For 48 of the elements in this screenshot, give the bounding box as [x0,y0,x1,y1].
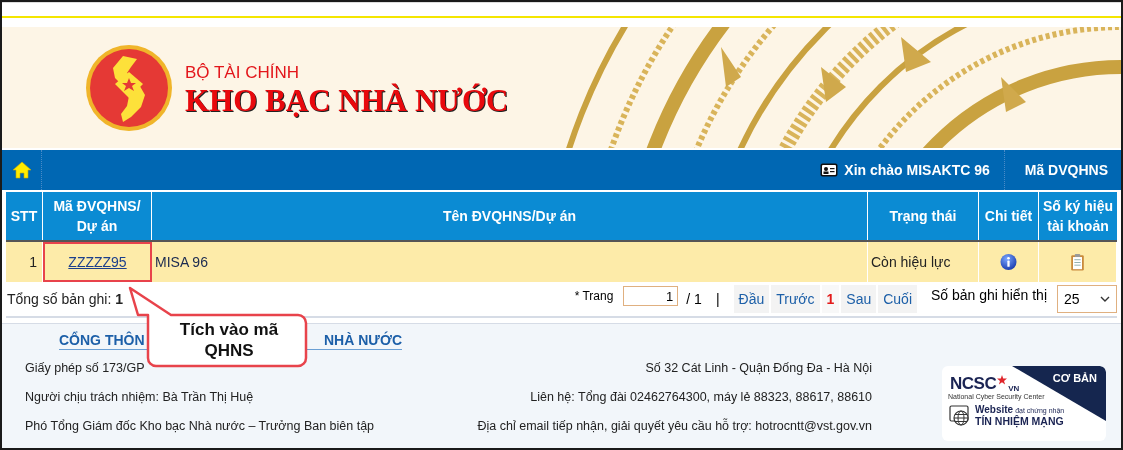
ncsc-suffix-text: VN [1008,384,1020,393]
page-button[interactable]: Sau [841,285,877,313]
portal-heading: NHÀ NƯỚC [324,332,402,349]
column-header: Tên ĐVQHNS/Dự án [152,192,868,240]
info-icon[interactable] [1000,253,1017,271]
total-records-text: Tổng số bản ghi: 1 [6,291,123,307]
greeting-text: Xin chào MISAKTC 96 [844,162,990,178]
site-title: KHO BẠC NHÀ NƯỚC [185,82,509,119]
page-size-label: Số bản ghi hiển thị [931,287,1047,303]
caret-icon [1100,296,1110,302]
footer-text: Địa chỉ email tiếp nhận, giải quyết yêu cầu hỗ trợ: hotrocntt@vst.gov.vn [477,417,872,435]
column-header: Trạng thái [868,192,979,240]
column-header: Số ký hiệu tài khoản [1042,197,1114,236]
separator-text: | [715,291,720,307]
id-card-icon [820,163,839,177]
footer-text: Liên hệ: Tổng đài 02462764300, máy lẻ 88323, 88617, 88610 [530,389,872,406]
column-header: Mã ĐVQHNS/ Dự án [43,192,152,240]
ministry-name: BỘ TÀI CHÍNH [185,62,300,83]
footer-text: Phó Tổng Giám đốc Kho bạc Nhà nước – Trưởng Ban biên tập [25,418,376,435]
table-cell: MISA 96 [152,242,868,282]
page-input[interactable]: 1 [623,286,679,306]
page-count-text: / 1 [686,291,702,307]
table-cell: Còn hiệu lực [868,242,979,282]
portal-heading: CỔNG THÔN [59,332,145,349]
clipboard-icon[interactable] [1069,253,1086,271]
badge-level-text: CƠ BẢN [1052,372,1097,384]
badge-website-text: Website [975,404,1014,415]
home-icon[interactable] [11,161,32,179]
page-button[interactable]: Trước [771,285,820,313]
unit-code-link[interactable]: Mã DVQHNS [1004,162,1121,178]
page-button[interactable]: 1 [821,285,840,313]
logo-icon [85,43,173,132]
page-button[interactable]: Đầu [733,285,770,313]
footer-text: Người chịu trách nhiệm: Bà Trần Thị Huệ [25,389,255,406]
column-header: Chi tiết [979,192,1039,240]
badge-trust-text: TÍN NHIỆM MẠNG [975,415,1065,427]
page-size-select[interactable]: 25 [1057,285,1117,313]
column-header: STT [6,192,43,240]
ncsc-logo-text: NCSC [950,375,997,393]
page-button[interactable]: Cuối [878,285,917,313]
unit-code-link[interactable]: ZZZZZ95 [68,254,127,270]
globe-icon [949,404,971,427]
page-label: * Trang [574,289,614,303]
footer-text: Số 32 Cát Linh - Quận Đống Đa - Hà Nội [645,360,872,377]
footer-text: Giấy phép số 173/GP [25,360,146,377]
star-icon [997,375,1008,385]
table-cell: 1 [6,242,43,282]
callout-text: Tích vào mã QHNS [178,319,280,361]
